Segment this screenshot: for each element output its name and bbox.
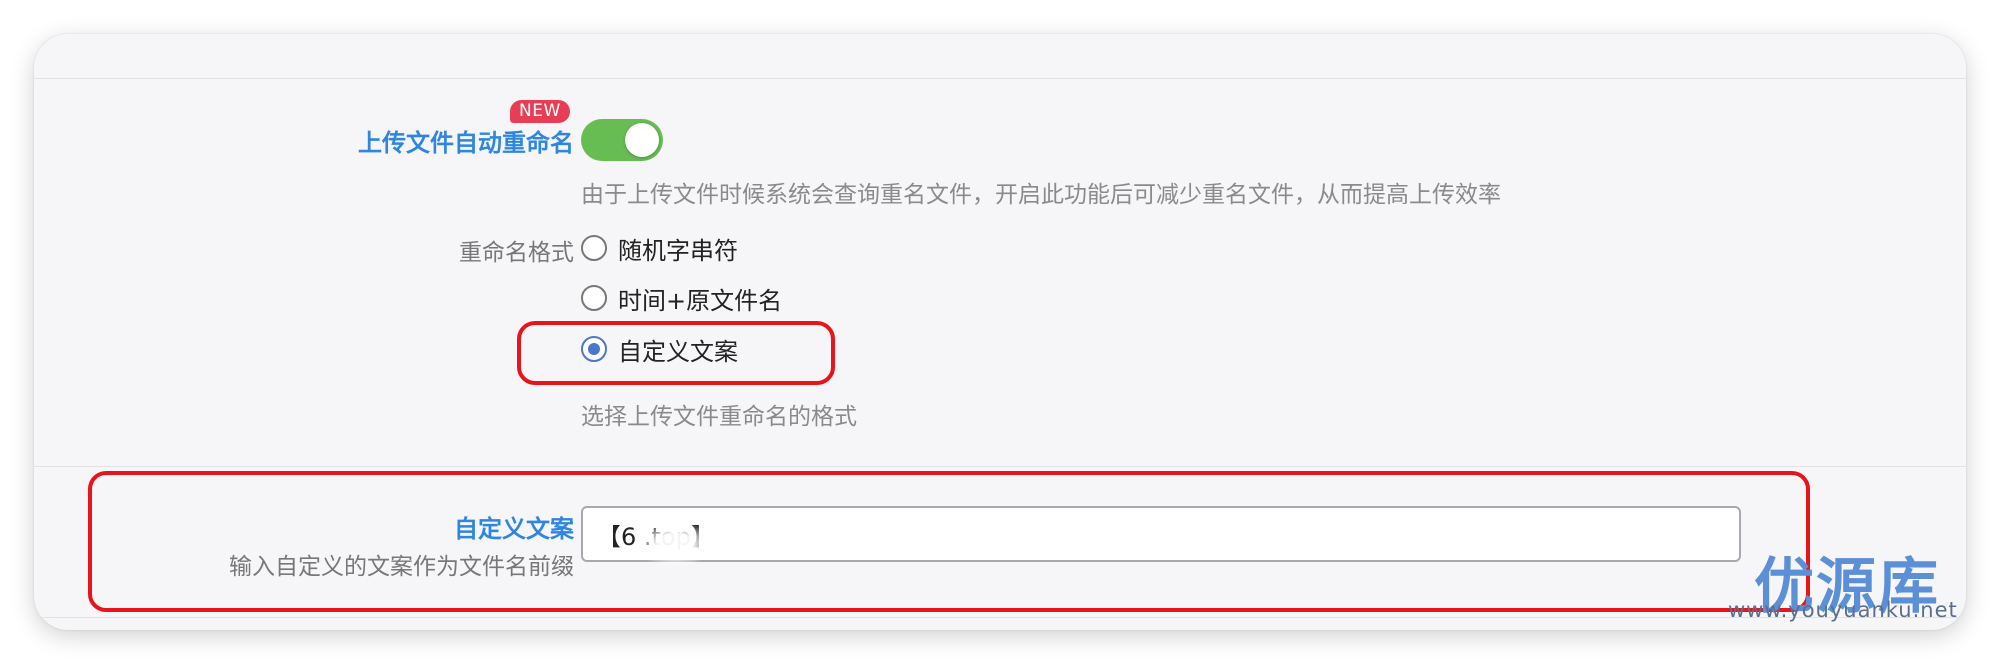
custom-text-sublabel: 输入自定义的文案作为文件名前缀 <box>229 554 574 580</box>
auto-rename-hint: 由于上传文件时候系统会查询重名文件，开启此功能后可减少重名文件，从而提高上传效率 <box>581 182 1501 208</box>
section-divider <box>34 466 1966 467</box>
new-badge: NEW <box>510 100 570 123</box>
radio-option-time-filename[interactable]: 时间+原文件名 <box>581 282 783 315</box>
top-divider <box>34 78 1966 79</box>
radio-unchecked-icon <box>581 235 607 261</box>
radio-option-label: 时间+原文件名 <box>618 286 783 315</box>
custom-text-input[interactable] <box>581 506 1741 562</box>
auto-rename-label: 上传文件自动重命名 <box>358 129 574 157</box>
custom-text-label: 自定义文案 <box>454 515 574 543</box>
radio-option-random-string[interactable]: 随机字串符 <box>581 232 738 265</box>
auto-rename-toggle[interactable] <box>581 119 663 161</box>
toggle-knob <box>625 123 659 157</box>
radio-checked-icon <box>581 336 607 362</box>
bottom-divider <box>34 617 1966 618</box>
radio-unchecked-icon <box>581 285 607 311</box>
rename-format-label: 重命名格式 <box>459 240 574 266</box>
watermark-url: www.youyuanku.net <box>1728 598 1958 622</box>
rename-format-hint: 选择上传文件重命名的格式 <box>581 404 857 430</box>
radio-option-label: 随机字串符 <box>618 236 738 265</box>
settings-panel: 上传文件自动重命名 NEW 由于上传文件时候系统会查询重名文件，开启此功能后可减… <box>34 34 1966 630</box>
radio-option-custom-text[interactable]: 自定义文案 <box>581 333 738 366</box>
radio-option-label: 自定义文案 <box>618 337 738 366</box>
